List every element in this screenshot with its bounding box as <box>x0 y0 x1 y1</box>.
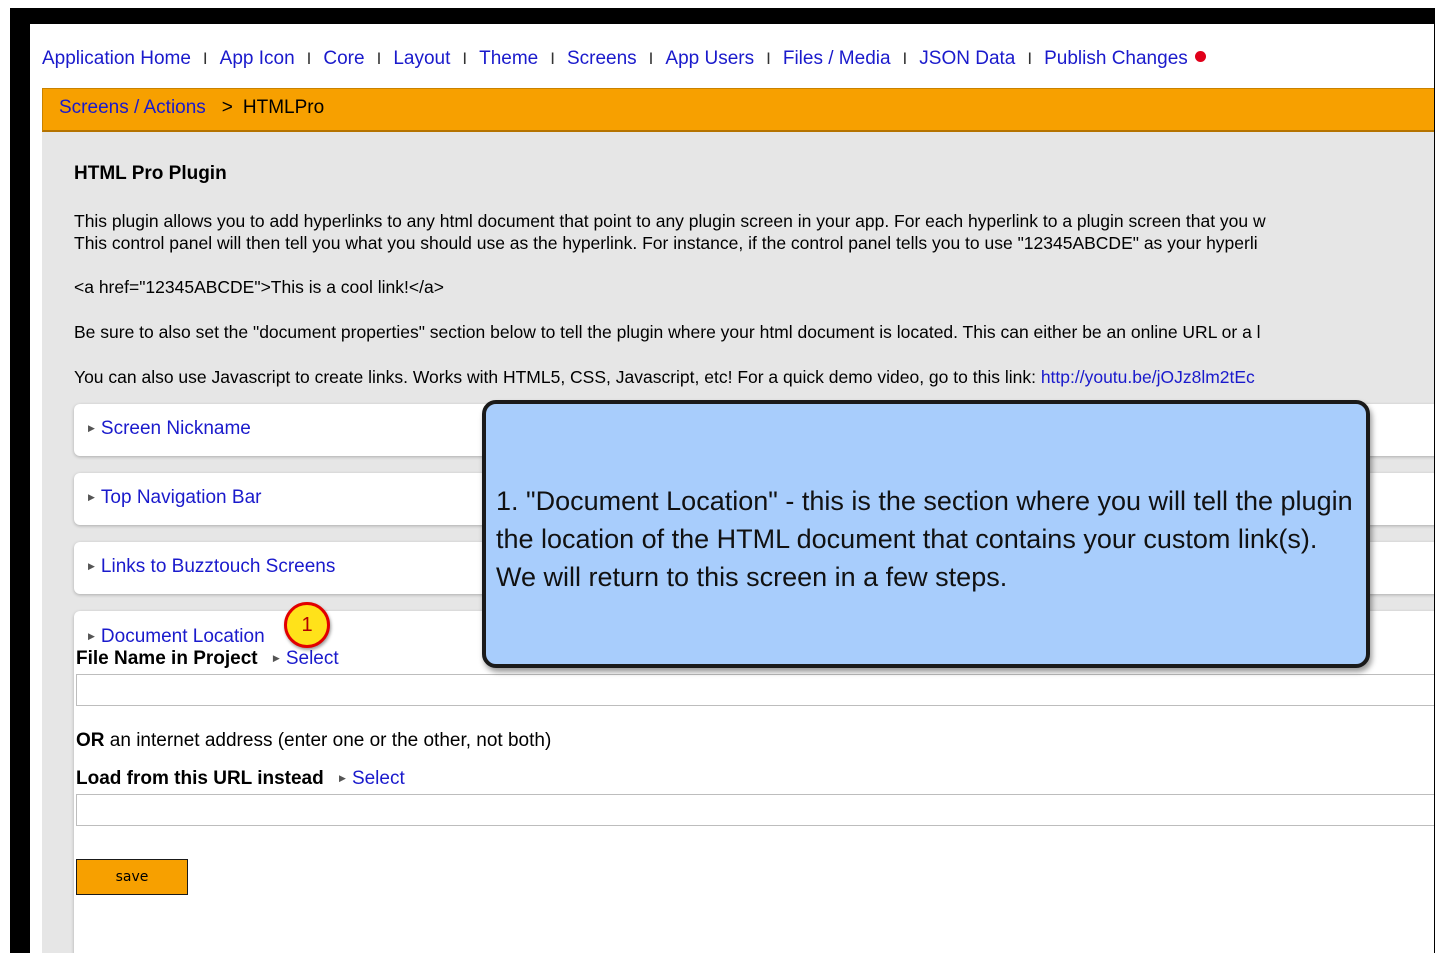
nav-application-home[interactable]: Application Home <box>42 48 191 69</box>
file-name-label: File Name in Project <box>76 648 258 669</box>
breadcrumb-bar: Screens / Actions > HTMLPro <box>42 88 1434 132</box>
browser-window: Application Home I App Icon I Core I Layout I Th… <box>10 8 1435 953</box>
file-name-row: File Name in Project ▶ Select <box>76 648 339 670</box>
url-input[interactable] <box>76 794 1434 826</box>
nav-files-media[interactable]: Files / Media <box>783 48 891 69</box>
url-label: Load from this URL instead <box>76 768 324 789</box>
or-bold: OR <box>76 730 105 751</box>
or-internet-address-note: OR an internet address (enter one or the… <box>76 730 551 752</box>
breadcrumb: Screens / Actions > HTMLPro <box>59 97 324 119</box>
nav-separator: I <box>462 49 468 68</box>
nav-json-data[interactable]: JSON Data <box>919 48 1015 69</box>
top-navigation-bar-label: Top Navigation Bar <box>100 487 262 508</box>
document-properties-note: Be sure to also set the "document proper… <box>74 322 1261 342</box>
annotation-callout: 1. "Document Location" - this is the sec… <box>482 400 1370 668</box>
file-name-select-link[interactable]: ▶ Select <box>273 648 339 669</box>
links-to-buzztouch-toggle[interactable]: ▶ Links to Buzztouch Screens <box>88 556 335 578</box>
plugin-description-line-1: This plugin allows you to add hyperlinks… <box>74 211 1266 231</box>
url-select-link[interactable]: ▶ Select <box>339 768 405 789</box>
screen-nickname-label: Screen Nickname <box>100 418 251 439</box>
plugin-title: HTML Pro Plugin <box>74 163 227 184</box>
nav-separator: I <box>550 49 555 68</box>
nav-publish-changes[interactable]: Publish Changes <box>1044 48 1188 69</box>
nav-screens[interactable]: Screens <box>567 48 637 69</box>
nav-app-users[interactable]: App Users <box>665 48 754 69</box>
expand-triangle-icon: ▶ <box>88 631 95 641</box>
javascript-note-text: You can also use Javascript to create li… <box>74 367 1036 387</box>
document-location-toggle[interactable]: ▶ Document Location <box>88 626 265 648</box>
file-name-input[interactable] <box>76 674 1434 706</box>
expand-triangle-icon: ▶ <box>88 423 95 433</box>
expand-triangle-icon: ▶ <box>88 492 95 502</box>
nav-separator: I <box>766 49 771 68</box>
screen-nickname-toggle[interactable]: ▶ Screen Nickname <box>88 418 251 440</box>
expand-triangle-icon: ▶ <box>88 561 95 571</box>
demo-video-link[interactable]: http://youtu.be/jOJz8lm2tEc <box>1041 367 1255 387</box>
plugin-description-line-2: This control panel will then tell you wh… <box>74 233 1258 253</box>
select-triangle-icon: ▶ <box>339 773 346 783</box>
nav-core[interactable]: Core <box>323 48 364 69</box>
url-select-label: Select <box>351 768 405 789</box>
nav-separator: I <box>202 49 208 68</box>
step-number-badge: 1 <box>284 602 330 648</box>
top-navigation-bar-toggle[interactable]: ▶ Top Navigation Bar <box>88 487 261 509</box>
nav-separator: I <box>306 49 312 68</box>
document-location-label: Document Location <box>100 626 265 647</box>
save-button[interactable]: save <box>76 859 188 895</box>
nav-theme[interactable]: Theme <box>479 48 538 69</box>
select-triangle-icon: ▶ <box>272 653 280 663</box>
nav-separator: I <box>1027 49 1033 68</box>
nav-separator: I <box>902 49 908 68</box>
links-to-buzztouch-label: Links to Buzztouch Screens <box>100 556 336 577</box>
file-name-select-label: Select <box>285 648 339 669</box>
nav-layout[interactable]: Layout <box>393 48 450 69</box>
breadcrumb-separator: > <box>221 97 233 118</box>
url-row: Load from this URL instead ▶ Select <box>76 768 405 790</box>
unpublished-indicator-dot <box>1194 51 1206 62</box>
javascript-note: You can also use Javascript to create li… <box>74 366 1255 388</box>
nav-separator: I <box>376 49 382 68</box>
page-viewport: Application Home I App Icon I Core I Layout I Th… <box>30 24 1434 953</box>
nav-separator: I <box>648 49 654 68</box>
breadcrumb-current: HTMLPro <box>242 97 325 118</box>
top-nav: Application Home I App Icon I Core I Layout I Th… <box>42 48 1206 70</box>
nav-app-icon[interactable]: App Icon <box>220 48 295 69</box>
breadcrumb-screens-actions[interactable]: Screens / Actions <box>59 97 206 118</box>
example-link-code: <a href="12345ABCDE">This is a cool link… <box>74 277 444 297</box>
callout-text: 1. "Document Location" - this is the sec… <box>496 486 1353 592</box>
or-note-text: an internet address (enter one or the ot… <box>109 730 552 751</box>
